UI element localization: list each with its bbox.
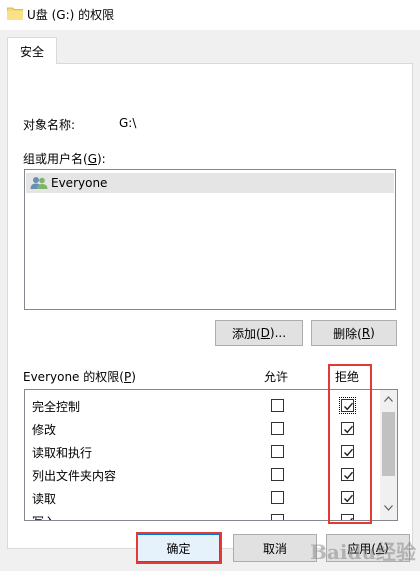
permission-row: 完全控制 (25, 395, 377, 418)
allow-checkbox[interactable] (271, 445, 284, 458)
permission-row: 列出文件夹内容 (25, 464, 377, 487)
permission-name: 读取 (32, 492, 57, 506)
cancel-button[interactable]: 取消 (233, 534, 317, 562)
tab-label: 安全 (19, 44, 44, 59)
allow-checkbox[interactable] (271, 468, 284, 481)
deny-column-header: 拒绝 (335, 370, 360, 384)
permission-row: 读取和执行 (25, 441, 377, 464)
permissions-title: Everyone 的权限(P) (23, 370, 136, 384)
deny-checkbox[interactable] (339, 397, 356, 414)
deny-checkbox[interactable] (341, 514, 354, 520)
tab-security[interactable]: 安全 (7, 37, 57, 64)
deny-checkbox[interactable] (341, 422, 354, 435)
permission-row: 读取 (25, 487, 377, 510)
dialog-body: 安全 对象名称: G:\ 组或用户名(G): Everyone 添加(D)...… (0, 30, 420, 571)
scrollbar-thumb[interactable] (382, 412, 395, 476)
permission-name: 完全控制 (32, 400, 81, 414)
security-panel: 对象名称: G:\ 组或用户名(G): Everyone 添加(D)... 删除… (7, 63, 413, 549)
list-item-everyone[interactable]: Everyone (26, 173, 394, 193)
allow-column-header: 允许 (264, 370, 289, 384)
scroll-down-icon[interactable] (384, 505, 393, 511)
remove-button[interactable]: 删除(R) (311, 320, 397, 346)
allow-checkbox[interactable] (271, 399, 284, 412)
allow-checkbox[interactable] (271, 422, 284, 435)
permissions-list[interactable]: 完全控制修改读取和执行列出文件夹内容读取写入 (24, 389, 398, 521)
object-name-value: G:\ (119, 116, 137, 130)
permission-name: 修改 (32, 423, 57, 437)
vertical-scrollbar[interactable] (380, 390, 397, 520)
permission-name: 列出文件夹内容 (32, 469, 117, 483)
deny-checkbox[interactable] (341, 445, 354, 458)
permission-row: 修改 (25, 418, 377, 441)
ok-button[interactable]: 确定 (137, 534, 220, 562)
add-button[interactable]: 添加(D)... (215, 320, 303, 346)
permission-row: 写入 (25, 510, 377, 520)
allow-checkbox[interactable] (271, 514, 284, 520)
permission-name: 写入 (32, 513, 56, 520)
users-group-icon (30, 177, 48, 189)
apply-button[interactable]: 应用(A) (326, 534, 410, 562)
allow-checkbox[interactable] (271, 491, 284, 504)
user-name: Everyone (51, 176, 108, 190)
deny-checkbox[interactable] (341, 468, 354, 481)
deny-checkbox[interactable] (341, 491, 354, 504)
window-title: U盘 (G:) 的权限 (27, 8, 115, 22)
scroll-up-icon[interactable] (384, 396, 393, 402)
object-name-label: 对象名称: (23, 118, 76, 132)
folder-icon (7, 7, 23, 20)
group-list-label: 组或用户名(G): (23, 152, 106, 166)
permission-name: 读取和执行 (32, 446, 93, 460)
title-bar: U盘 (G:) 的权限 (0, 0, 420, 30)
user-list[interactable]: Everyone (24, 169, 396, 310)
